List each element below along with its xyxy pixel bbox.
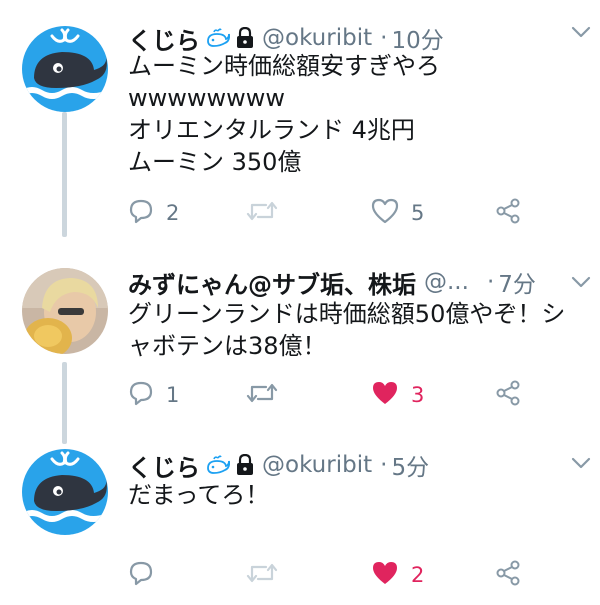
avatar[interactable] [22,449,108,535]
tweet[interactable]: くじら @okuribit · 10分 ムーミン時価総額安すぎやろ wwwwww… [0,16,600,246]
avatar[interactable] [22,26,108,112]
reply-icon [128,380,154,410]
tweet-actions: 2 [128,555,538,595]
tweet-line: wwwwwwww [128,84,286,112]
retweet-button[interactable] [246,375,290,415]
like-count: 2 [411,563,425,587]
avatar[interactable] [22,268,108,354]
chevron-down-icon[interactable] [570,455,592,474]
retweet-icon [246,198,278,228]
tweet-line: ャボテンは38億！ [128,332,327,360]
retweet-button[interactable] [246,193,290,233]
display-name[interactable]: みずにゃん@サブ垢、株垢 [128,265,416,300]
like-button[interactable]: 2 [371,555,424,595]
tweet-line: だまってろ！ [128,481,270,509]
timestamp[interactable]: 5分 [391,448,429,482]
retweet-icon [246,560,278,590]
chevron-down-icon[interactable] [570,274,592,293]
handle[interactable]: @okuribit [262,452,372,478]
tweet-text: だまってろ！ [128,479,580,511]
share-button[interactable] [494,555,522,595]
tweet[interactable]: くじら @okuribit · 5分 だまってろ！ 2 [0,445,600,605]
heart-icon [371,198,399,228]
whale-emoji-icon [206,454,230,476]
tweet-text: ムーミン時価総額安すぎやろ wwwwwwww オリエンタルランド 4兆円 ムーミ… [128,50,580,178]
whale-emoji-icon [206,27,230,49]
lock-icon [236,454,254,476]
heart-icon [371,380,399,410]
lock-icon [236,27,254,49]
handle[interactable]: @... [424,269,469,295]
user-photo-avatar-icon [22,268,108,354]
reply-count: 1 [166,383,180,407]
tweet-line: グリーンランドは時価総額50億やぞ！シ [128,300,566,328]
share-icon [494,559,522,591]
share-icon [494,197,522,229]
whale-avatar-icon [22,449,108,535]
chevron-down-icon[interactable] [570,24,592,43]
like-button[interactable]: 5 [371,193,424,233]
tweet-thread: くじら @okuribit · 10分 ムーミン時価総額安すぎやろ wwwwww… [0,0,600,605]
tweet[interactable]: みずにゃん@サブ垢、株垢 @... · 7分 グリーンランドは時価総額50億やぞ… [0,262,600,422]
like-count: 5 [411,201,425,225]
separator-dot: · [380,452,388,478]
reply-icon [128,560,154,590]
share-button[interactable] [494,375,522,415]
tweet-line: ムーミン時価総額安すぎやろ [128,52,440,80]
display-name[interactable]: くじら [128,448,200,483]
heart-icon [371,560,399,590]
separator-dot: · [380,25,388,51]
tweet-header: みずにゃん@サブ垢、株垢 @... · 7分 [128,262,580,302]
tweet-text: グリーンランドは時価総額50億やぞ！シ ャボテンは38億！ [128,298,580,362]
reply-button[interactable]: 1 [128,375,179,415]
retweet-button[interactable] [246,555,290,595]
handle[interactable]: @okuribit [262,25,372,51]
timestamp[interactable]: 7分 [498,265,536,299]
share-icon [494,379,522,411]
like-count: 3 [411,383,425,407]
whale-avatar-icon [22,26,108,112]
tweet-line: ムーミン 350億 [128,148,302,176]
reply-count: 2 [166,201,180,225]
share-button[interactable] [494,193,522,233]
reply-button[interactable] [128,555,166,595]
tweet-line: オリエンタルランド 4兆円 [128,116,415,144]
tweet-actions: 2 5 [128,193,538,233]
retweet-icon [246,380,278,410]
reply-icon [128,198,154,228]
tweet-actions: 1 3 [128,375,538,415]
separator-dot: · [486,269,495,295]
like-button[interactable]: 3 [371,375,424,415]
reply-button[interactable]: 2 [128,193,179,233]
